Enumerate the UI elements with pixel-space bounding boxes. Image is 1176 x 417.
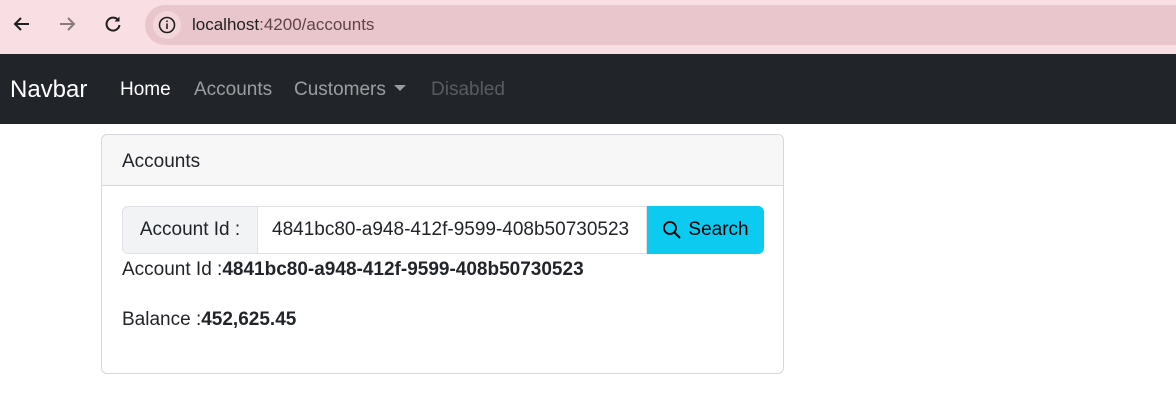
navbar: Navbar Home Accounts Customers Disabled	[0, 54, 1176, 124]
account-id-value: 4841bc80-a948-412f-9599-408b50730523	[222, 259, 584, 280]
forward-icon[interactable]	[52, 9, 82, 39]
search-input-group: Account Id : Search	[122, 206, 764, 254]
balance-value: 452,625.45	[201, 309, 297, 330]
chevron-down-icon	[393, 84, 406, 91]
card-header: Accounts	[102, 135, 783, 186]
account-id-label: Account Id :	[122, 259, 223, 280]
navbar-brand[interactable]: Navbar	[10, 76, 87, 104]
account-id-input[interactable]	[258, 206, 647, 254]
nav-link-disabled: Disabled	[431, 79, 505, 100]
accounts-card: Accounts Account Id : Search Account Id …	[101, 134, 784, 374]
account-id-line: Account Id :4841bc80-a948-412f-9599-408b…	[122, 259, 584, 281]
nav-link-home[interactable]: Home	[120, 79, 171, 101]
account-id-prefix: Account Id :	[122, 206, 258, 254]
nav-link-customers-label: Customers	[294, 79, 386, 100]
address-bar[interactable]: localhost:4200/accounts	[145, 5, 1176, 45]
reload-icon[interactable]	[98, 9, 128, 39]
url-host: localhost	[192, 15, 260, 34]
search-icon	[663, 221, 682, 239]
browser-toolbar: localhost:4200/accounts	[0, 0, 1176, 54]
balance-label: Balance :	[122, 309, 202, 330]
search-button[interactable]: Search	[647, 206, 764, 254]
url-text: localhost:4200/accounts	[192, 15, 374, 35]
search-button-label: Search	[688, 219, 749, 240]
back-icon[interactable]	[7, 9, 37, 39]
site-info-icon[interactable]	[153, 11, 181, 39]
nav-link-accounts[interactable]: Accounts	[194, 79, 272, 101]
nav-link-customers[interactable]: Customers	[294, 79, 406, 101]
balance-line: Balance :452,625.45	[122, 309, 296, 331]
url-path: :4200/accounts	[259, 15, 375, 34]
